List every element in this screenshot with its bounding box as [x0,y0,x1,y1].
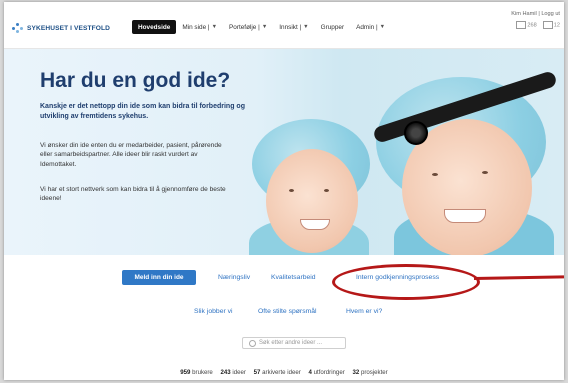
list-icon [516,21,527,29]
nav-min-side[interactable]: Min side | ▼ [176,20,223,34]
search-placeholder: Søk etter andre ideer ... [259,340,323,346]
logo-icon [12,23,24,33]
highlight-pointer-line [473,275,564,280]
link-hvem-er-vi[interactable]: Hvem er vi? [346,308,382,315]
nav-innsikt[interactable]: Innsikt | ▼ [273,20,314,34]
link-naeringsliv[interactable]: Næringsliv [218,274,250,281]
hero-paragraph-2: Vi har et stort nettverk som kan bidra t… [40,186,226,203]
link-slik-jobber-vi[interactable]: Slik jobber vi [194,308,233,315]
notifications-count[interactable]: 12 [542,21,560,29]
stat-challenges: 4 utfordringer [308,369,345,376]
stat-archived: 57 arkiverte ideer [253,369,301,376]
ideas-count[interactable]: 268 [516,21,537,29]
submit-idea-button[interactable]: Meld inn din ide [122,270,196,285]
top-bar: SYKEHUSET I VESTFOLD Hovedside Min side … [4,2,564,49]
stats-bar: 959 brukere 243 ideer 57 arkiverte ideer… [4,369,564,376]
chevron-down-icon: ▼ [261,24,268,30]
logo-text: SYKEHUSET I VESTFOLD [27,24,110,32]
main-nav: Hovedside Min side | ▼ Portefølje | ▼ Inns… [132,20,391,34]
stat-ideas: 243 ideer [220,369,246,376]
browser-page: SYKEHUSET I VESTFOLD Hovedside Min side … [4,2,564,380]
search-icon [249,339,256,347]
calendar-icon [542,21,553,29]
user-box: Kim Hamil | Logg ut 268 12 [511,11,560,29]
highlight-oval [332,264,480,300]
search-input[interactable]: Søk etter andre ideer ... [242,337,346,349]
nav-portefolje[interactable]: Portefølje | ▼ [223,20,273,34]
chevron-down-icon: ▼ [211,24,218,30]
user-links[interactable]: Kim Hamil | Logg ut [511,11,560,17]
hero-lead: Kanskje er det nettopp din ide som kan b… [40,103,245,120]
stat-projects: 32 prosjekter [352,369,388,376]
stat-users: 959 brukere [180,369,213,376]
actions-section: Meld inn din ide Næringsliv Kvalitetsarb… [4,255,564,380]
logo[interactable]: SYKEHUSET I VESTFOLD [12,23,110,33]
link-kvalitetsarbeid[interactable]: Kvalitetsarbeid [271,274,316,281]
hero-paragraph-1: Vi ønsker din ide enten du er medarbeide… [40,142,222,168]
hero-banner: Har du en god ide? Kanskje er det nettop… [4,49,564,255]
page-title: Har du en god ide? [40,69,231,92]
nav-grupper[interactable]: Grupper [315,20,350,34]
chevron-down-icon: ▼ [379,24,386,30]
headlamp-icon [404,121,428,145]
chevron-down-icon: ▼ [303,24,309,30]
nav-hovedside[interactable]: Hovedside [132,20,177,34]
nav-admin[interactable]: Admin | ▼ [350,20,391,34]
link-ofte-stilte-sporsmal[interactable]: Ofte stilte spørsmål [258,308,317,315]
